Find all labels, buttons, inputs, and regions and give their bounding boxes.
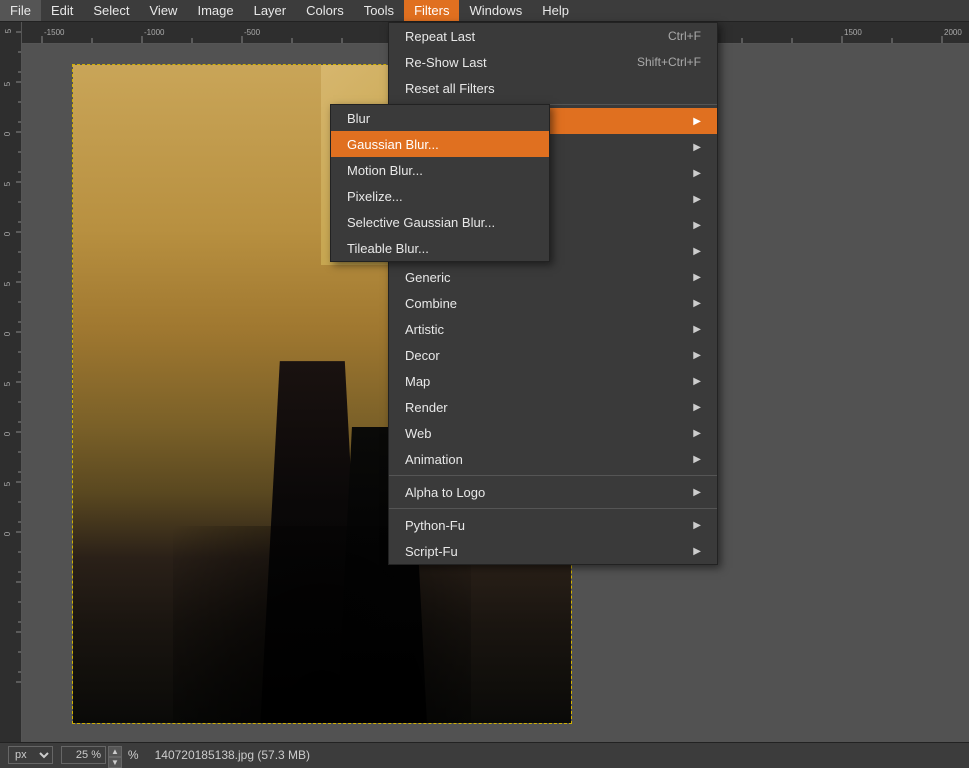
zoom-input[interactable]: 25 % <box>61 746 106 764</box>
blur-motion[interactable]: Motion Blur... <box>331 157 549 183</box>
menu-windows[interactable]: Windows <box>459 0 532 21</box>
menu-file[interactable]: File <box>0 0 41 21</box>
svg-text:5: 5 <box>3 181 12 186</box>
blur-selective-gaussian[interactable]: Selective Gaussian Blur... <box>331 209 549 235</box>
svg-text:0: 0 <box>3 231 12 236</box>
svg-text:5: 5 <box>3 81 12 86</box>
svg-text:5: 5 <box>3 381 12 386</box>
statusbar: px mm in 25 % ▲ ▼ % 140720185138.jpg (57… <box>0 742 969 766</box>
unit-selector[interactable]: px mm in <box>8 746 53 764</box>
svg-text:5: 5 <box>3 481 12 486</box>
menu-image[interactable]: Image <box>187 0 243 21</box>
svg-text:-500: -500 <box>244 28 261 37</box>
filters-separator-2 <box>389 475 717 476</box>
menu-view[interactable]: View <box>140 0 188 21</box>
filters-animation[interactable]: Animation ▶ <box>389 446 717 472</box>
svg-text:5: 5 <box>4 28 13 33</box>
filters-script-fu[interactable]: Script-Fu ▶ <box>389 538 717 564</box>
filters-separator-3 <box>389 508 717 509</box>
svg-text:-1000: -1000 <box>144 28 165 37</box>
blur-pixelize[interactable]: Pixelize... <box>331 183 549 209</box>
filters-alpha-to-logo[interactable]: Alpha to Logo ▶ <box>389 479 717 505</box>
menu-tools[interactable]: Tools <box>354 0 404 21</box>
filters-web[interactable]: Web ▶ <box>389 420 717 446</box>
menu-layer[interactable]: Layer <box>244 0 297 21</box>
menubar: File Edit Select View Image Layer Colors… <box>0 0 969 22</box>
svg-text:2000: 2000 <box>944 28 962 37</box>
menu-edit[interactable]: Edit <box>41 0 83 21</box>
filename-display: 140720185138.jpg (57.3 MB) <box>155 748 310 762</box>
filters-reshow-last[interactable]: Re-Show Last Shift+Ctrl+F <box>389 49 717 75</box>
blur-submenu: Blur Gaussian Blur... Motion Blur... Pix… <box>330 104 550 262</box>
filters-map[interactable]: Map ▶ <box>389 368 717 394</box>
filters-repeat-last[interactable]: Repeat Last Ctrl+F <box>389 23 717 49</box>
menu-filters[interactable]: Filters <box>404 0 459 21</box>
svg-text:0: 0 <box>3 131 12 136</box>
filters-python-fu[interactable]: Python-Fu ▶ <box>389 512 717 538</box>
zoom-up[interactable]: ▲ <box>108 746 122 757</box>
unit-select[interactable]: px mm in <box>8 746 53 764</box>
svg-text:0: 0 <box>3 531 12 536</box>
svg-text:-1500: -1500 <box>44 28 65 37</box>
blur-gaussian[interactable]: Gaussian Blur... <box>331 131 549 157</box>
svg-text:0: 0 <box>3 331 12 336</box>
blur-tileable[interactable]: Tileable Blur... <box>331 235 549 261</box>
menu-colors[interactable]: Colors <box>296 0 354 21</box>
svg-text:0: 0 <box>3 431 12 436</box>
zoom-spinner[interactable]: ▲ ▼ <box>108 746 122 764</box>
filters-combine[interactable]: Combine ▶ <box>389 290 717 316</box>
menu-select[interactable]: Select <box>83 0 139 21</box>
filters-decor[interactable]: Decor ▶ <box>389 342 717 368</box>
filters-render[interactable]: Render ▶ <box>389 394 717 420</box>
filters-artistic[interactable]: Artistic ▶ <box>389 316 717 342</box>
svg-text:1500: 1500 <box>844 28 862 37</box>
zoom-display: 25 % ▲ ▼ % <box>61 746 139 764</box>
filters-generic[interactable]: Generic ▶ <box>389 264 717 290</box>
blur-blur[interactable]: Blur <box>331 105 549 131</box>
ruler-vertical: 5 <box>0 22 22 742</box>
svg-text:5: 5 <box>3 281 12 286</box>
menu-help[interactable]: Help <box>532 0 579 21</box>
filters-reset-all[interactable]: Reset all Filters <box>389 75 717 101</box>
